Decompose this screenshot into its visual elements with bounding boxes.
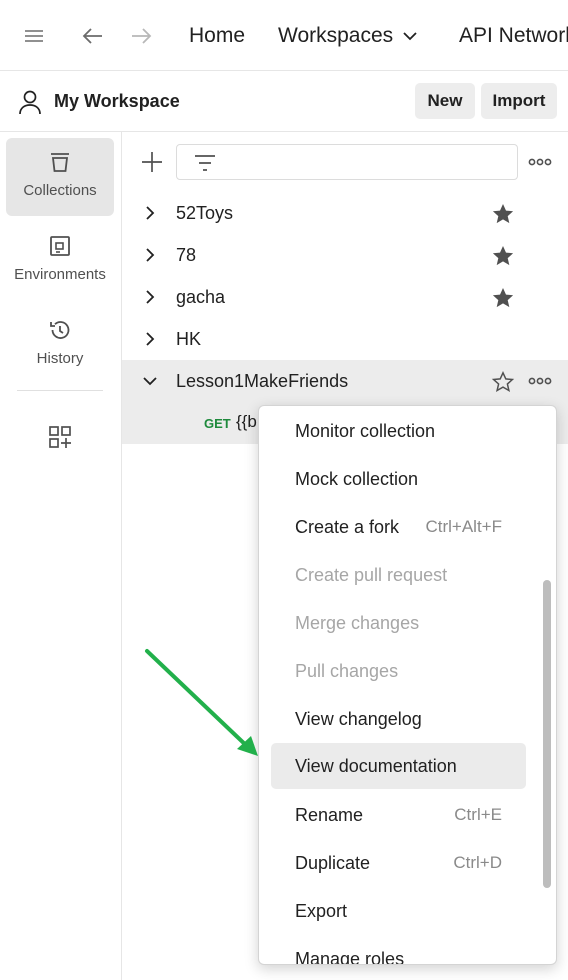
workspace-title: My Workspace	[54, 91, 180, 111]
arrow-right-icon[interactable]	[128, 0, 154, 71]
chevron-down-icon[interactable]	[142, 375, 158, 387]
star-filled-icon[interactable]	[491, 286, 515, 310]
hamburger-icon[interactable]	[22, 0, 46, 71]
nav-workspaces[interactable]: Workspaces	[278, 0, 417, 71]
menu-item-pull-changes: Pull changes	[295, 660, 399, 681]
menu-shortcut: Ctrl+E	[454, 805, 502, 824]
chevron-down-icon	[403, 31, 417, 41]
menu-item-view-documentation[interactable]: View documentation	[271, 743, 526, 789]
nav-home[interactable]: Home	[189, 0, 245, 71]
add-apps-icon[interactable]	[48, 425, 72, 449]
request-method-badge: GET	[204, 416, 231, 431]
top-bar: Home Workspaces API Network	[0, 0, 568, 71]
history-icon	[48, 318, 72, 342]
search-input[interactable]	[176, 144, 518, 180]
chevron-right-icon[interactable]	[144, 289, 156, 305]
chevron-right-icon[interactable]	[144, 247, 156, 263]
annotation-arrow-icon	[145, 649, 258, 756]
menu-shortcut: Ctrl+Alt+F	[425, 517, 502, 536]
collection-row-gacha[interactable]: gacha	[122, 276, 568, 318]
collection-row-hk[interactable]: HK	[122, 318, 568, 360]
collection-context-menu: Monitor collection Mock collection Creat…	[258, 405, 557, 965]
menu-shortcut: Ctrl+D	[453, 853, 502, 872]
menu-item-view-changelog[interactable]: View changelog	[271, 696, 526, 742]
menu-item-create-fork[interactable]: Create a fork Ctrl+Alt+F	[271, 504, 526, 550]
menu-item-rename[interactable]: Rename Ctrl+E	[271, 792, 526, 838]
star-filled-icon[interactable]	[491, 202, 515, 226]
arrow-left-icon[interactable]	[80, 0, 106, 71]
plus-icon[interactable]	[140, 150, 164, 174]
menu-item-duplicate[interactable]: Duplicate Ctrl+D	[271, 840, 526, 886]
workspace-header: My Workspace New Import	[0, 71, 568, 132]
collection-row-78[interactable]: 78	[122, 234, 568, 276]
rail-item-environments[interactable]: Environments	[6, 222, 114, 300]
menu-item-export[interactable]: Export	[271, 888, 526, 934]
collection-row-lesson1makefriends[interactable]: Lesson1MakeFriends	[122, 360, 568, 402]
chevron-right-icon[interactable]	[144, 331, 156, 347]
collections-icon	[48, 150, 72, 174]
collection-row-52toys[interactable]: 52Toys	[122, 192, 568, 234]
user-icon	[18, 89, 42, 115]
menu-item-monitor-collection[interactable]: Monitor collection	[271, 408, 526, 454]
nav-api-network[interactable]: API Network	[459, 0, 568, 71]
rail-item-collections[interactable]: Collections	[6, 138, 114, 216]
more-options-icon[interactable]	[528, 154, 552, 170]
new-button[interactable]: New	[415, 83, 475, 119]
filter-icon[interactable]	[193, 152, 217, 174]
menu-item-create-pull-request: Create pull request	[295, 564, 448, 585]
rail-divider	[17, 390, 103, 391]
environments-icon	[48, 234, 72, 258]
menu-item-merge-changes: Merge changes	[295, 612, 420, 633]
left-rail: Collections Environments History	[0, 132, 122, 980]
menu-item-manage-roles[interactable]: Manage roles	[271, 936, 526, 965]
import-button[interactable]: Import	[481, 83, 557, 119]
star-filled-icon[interactable]	[491, 244, 515, 268]
chevron-right-icon[interactable]	[144, 205, 156, 221]
request-name: {{b	[236, 412, 257, 431]
menu-item-mock-collection[interactable]: Mock collection	[271, 456, 526, 502]
rail-item-history[interactable]: History	[6, 306, 114, 384]
more-options-icon[interactable]	[528, 373, 552, 389]
menu-scrollbar[interactable]	[543, 580, 551, 888]
star-outline-icon[interactable]	[491, 370, 515, 394]
